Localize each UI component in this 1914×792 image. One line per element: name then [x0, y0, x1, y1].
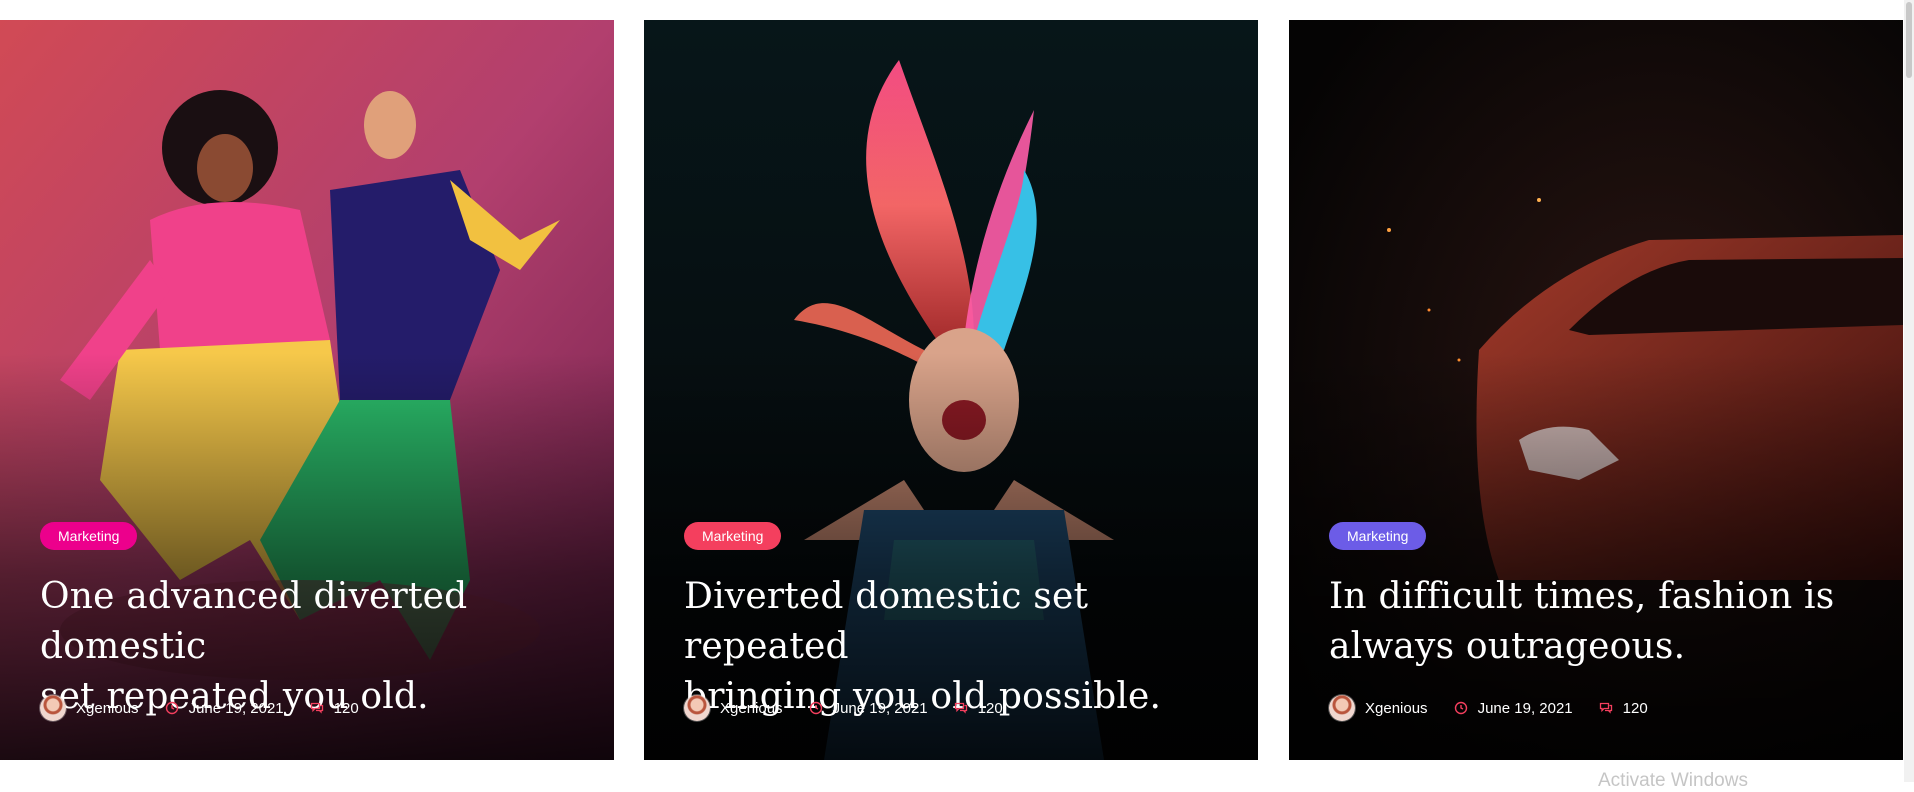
author-name[interactable]: Xgenious [720, 700, 783, 717]
post-meta: Xgenious June 19, 2021 120 [1329, 695, 1674, 721]
avatar [40, 695, 66, 721]
comments-icon [310, 702, 323, 714]
clock-icon [1454, 701, 1467, 715]
blog-card[interactable]: Marketing In difficult times, fashion is… [1289, 20, 1903, 760]
comment-count: 120 [1622, 699, 1648, 717]
post-date: June 19, 2021 [188, 699, 284, 717]
post-date: June 19, 2021 [1477, 699, 1573, 717]
blog-card[interactable]: Marketing One advanced diverted domestic… [0, 20, 614, 760]
category-badge[interactable]: Marketing [40, 522, 138, 550]
author-name[interactable]: Xgenious [76, 700, 139, 717]
post-title[interactable]: In difficult times, fashion is always ou… [1329, 572, 1863, 672]
avatar [1329, 695, 1355, 721]
category-badge[interactable]: Marketing [684, 522, 782, 550]
clock-icon [809, 701, 822, 715]
page-scrollbar[interactable] [1904, 0, 1914, 782]
post-meta: Xgenious June 19, 2021 120 [40, 695, 385, 721]
clock-icon [165, 701, 178, 715]
author-name[interactable]: Xgenious [1365, 700, 1428, 717]
comments-icon [1599, 702, 1612, 714]
scrollbar-thumb[interactable] [1906, 2, 1912, 78]
activate-windows-watermark: Activate Windows [1598, 770, 1748, 791]
avatar [684, 695, 710, 721]
comments-icon [954, 702, 967, 714]
comment-count: 120 [333, 699, 359, 717]
blog-card[interactable]: Marketing Diverted domestic set repeated… [644, 20, 1258, 760]
post-date: June 19, 2021 [832, 699, 928, 717]
comment-count: 120 [977, 699, 1003, 717]
post-meta: Xgenious June 19, 2021 120 [684, 695, 1029, 721]
category-badge[interactable]: Marketing [1329, 522, 1427, 550]
